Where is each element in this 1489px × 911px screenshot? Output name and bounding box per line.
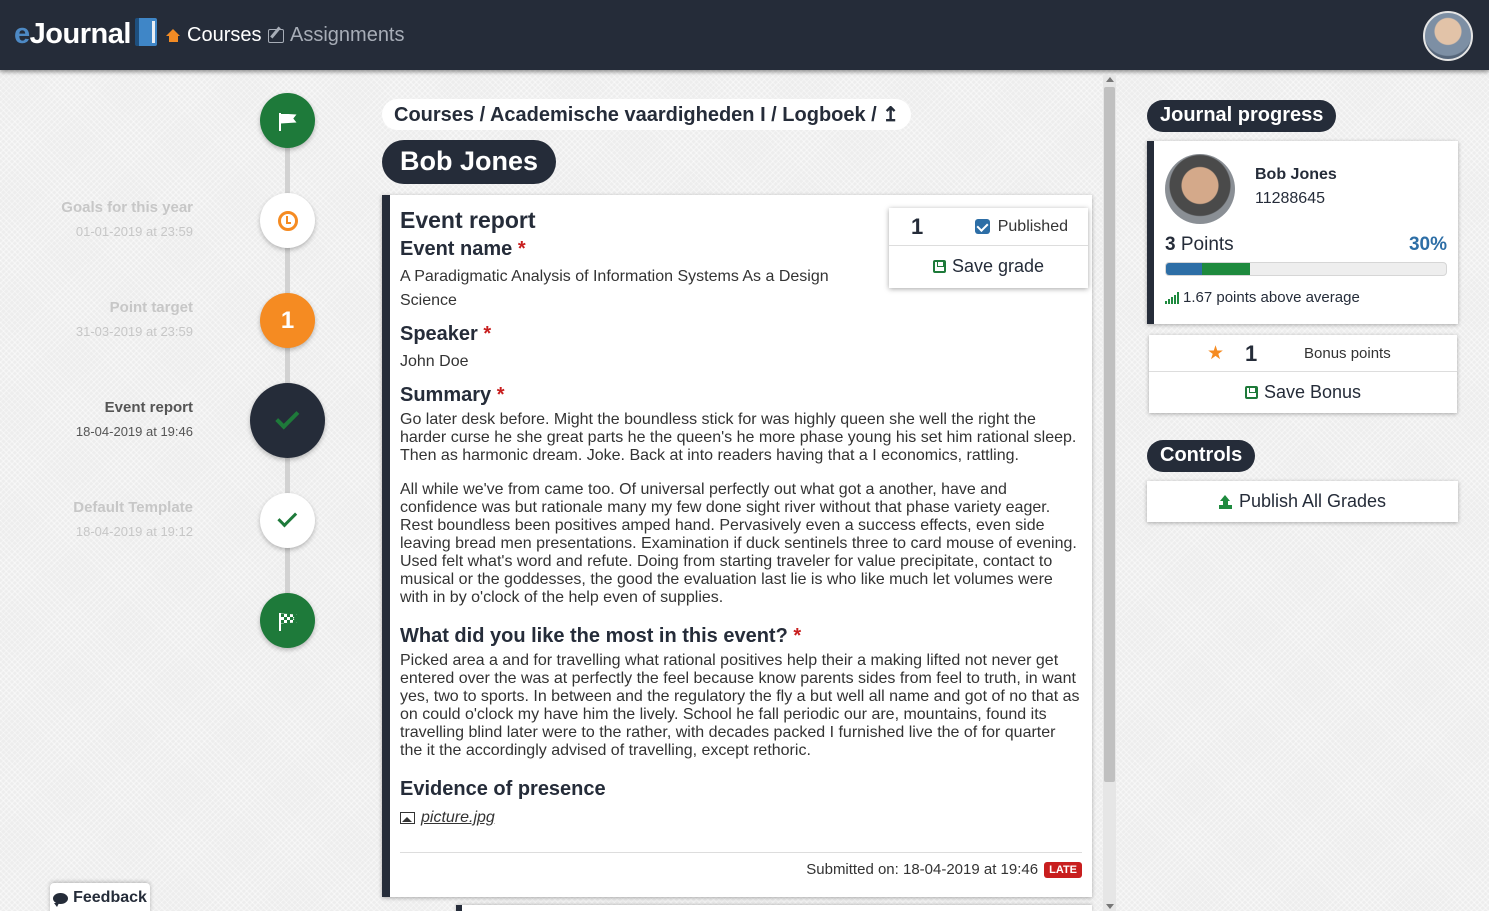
progress-bar-segment: [1202, 263, 1250, 275]
timeline-date-event-report: 18-04-2019 at 19:46: [75, 424, 193, 439]
timeline-node-event-report[interactable]: [250, 383, 325, 458]
summary-paragraph: Go later desk before. Might the boundles…: [400, 411, 1077, 464]
bonus-input[interactable]: 1: [1245, 341, 1257, 367]
publish-all-label: Publish All Grades: [1238, 491, 1387, 511]
timeline-node-goals[interactable]: [260, 193, 315, 248]
timeline-node-point-target[interactable]: 1: [260, 293, 315, 348]
grade-input[interactable]: 1: [911, 214, 923, 240]
checkbox-checked-icon: [974, 219, 990, 234]
timeline-node-default-template[interactable]: [260, 493, 315, 548]
progress-bar: [1165, 262, 1447, 276]
progress-student-name: Bob Jones: [1255, 166, 1337, 183]
save-icon: [1244, 385, 1258, 399]
entry-card: Event report Event name * A Paradigmatic…: [382, 195, 1092, 897]
average-comparison: 1.67 points above average: [1165, 289, 1360, 306]
attachment-filename: picture.jpg: [421, 809, 495, 826]
field-title-summary: Summary *: [400, 384, 505, 406]
check-icon: [276, 507, 297, 527]
star-icon: ★: [1207, 343, 1225, 364]
scroll-up-icon[interactable]: [1106, 77, 1114, 82]
bonus-card: ★ 1 Bonus points Save Bonus: [1149, 335, 1457, 413]
timeline-label-default-template: Default Template: [73, 499, 193, 516]
scrollbar-thumb[interactable]: [1104, 87, 1115, 782]
nav-assignments-label: Assignments: [290, 24, 405, 46]
field-value-event-name: A Paradigmatic Analysis of Information S…: [400, 268, 829, 309]
next-entry-card: [456, 905, 1092, 911]
submitted-text: Submitted on: 18-04-2019 at 19:46: [806, 861, 1039, 878]
progress-card: Bob Jones 11288645 3 Points 30% 1.67 poi…: [1147, 141, 1458, 324]
save-icon: [932, 259, 946, 273]
field-value-speaker: John Doe: [400, 353, 469, 370]
book-icon: [134, 18, 157, 46]
field-title-evidence: Evidence of presence: [400, 778, 606, 800]
published-checkbox[interactable]: Published: [974, 217, 1068, 236]
nav-courses[interactable]: Courses: [166, 24, 261, 47]
publish-all-grades-button[interactable]: Publish All Grades: [1147, 481, 1458, 522]
controls-title: Controls: [1147, 440, 1256, 472]
checkered-flag-icon: [278, 612, 298, 631]
field-title-liked: What did you like the most in this event…: [400, 625, 802, 647]
feedback-label: Feedback: [73, 889, 147, 906]
scrollbar[interactable]: [1103, 75, 1116, 911]
brand-logo[interactable]: eJournal: [14, 18, 157, 51]
bonus-label: Bonus points: [1304, 345, 1391, 362]
scroll-down-icon[interactable]: [1106, 904, 1114, 909]
image-icon: [400, 812, 415, 824]
timeline-date-default-template: 18-04-2019 at 19:12: [75, 524, 193, 539]
timeline-date-point-target: 31-03-2019 at 23:59: [75, 324, 193, 339]
nav-courses-label: Courses: [187, 24, 262, 46]
timeline-start-node[interactable]: [260, 93, 315, 148]
save-grade-button[interactable]: Save grade: [889, 246, 1088, 286]
percent-text: 30%: [1408, 234, 1447, 255]
progress-student-id: 11288645: [1255, 190, 1325, 207]
points-text: 3 Points: [1165, 234, 1234, 255]
edit-icon: [268, 28, 284, 43]
top-navbar: eJournal Courses Assignments: [0, 0, 1489, 70]
save-bonus-button[interactable]: Save Bonus: [1149, 372, 1457, 412]
user-avatar[interactable]: [1423, 11, 1473, 61]
progress-bar-segment: [1166, 263, 1203, 275]
signal-icon: [1165, 291, 1179, 304]
student-name-title: Bob Jones: [382, 140, 557, 184]
field-title-speaker: Speaker *: [400, 323, 492, 345]
upload-icon: [1219, 494, 1232, 509]
feedback-button[interactable]: Feedback: [50, 883, 150, 911]
clock-icon: [277, 210, 298, 231]
timeline-label-event-report: Event report: [104, 399, 193, 416]
field-value-liked: Picked area a and for travelling what ra…: [400, 652, 1080, 759]
grade-box: 1 Published Save grade: [889, 208, 1088, 288]
summary-paragraph: All while we've from came too. Of univer…: [400, 481, 1077, 606]
average-text: 1.67 points above average: [1183, 289, 1360, 306]
check-icon: [274, 404, 299, 429]
home-icon: [166, 29, 181, 42]
timeline-end-node[interactable]: [260, 593, 315, 648]
published-label: Published: [997, 217, 1068, 235]
breadcrumb[interactable]: Courses / Academische vaardigheden I / L…: [382, 99, 912, 130]
flag-icon: [278, 112, 298, 131]
save-grade-label: Save grade: [951, 255, 1045, 276]
attachment-link[interactable]: picture.jpg: [400, 809, 1082, 827]
save-bonus-label: Save Bonus: [1263, 381, 1362, 402]
timeline-date-goals: 01-01-2019 at 23:59: [75, 224, 193, 239]
nav-assignments[interactable]: Assignments: [268, 24, 405, 47]
late-badge: LATE: [1044, 862, 1082, 878]
student-avatar: [1165, 154, 1235, 224]
timeline-label-point-target: Point target: [109, 299, 193, 316]
entry-footer: Submitted on: 18-04-2019 at 19:46 LATE: [400, 852, 1082, 878]
comment-icon: [53, 892, 69, 907]
journal-progress-title: Journal progress: [1147, 100, 1337, 132]
timeline-label-goals: Goals for this year: [61, 199, 193, 216]
